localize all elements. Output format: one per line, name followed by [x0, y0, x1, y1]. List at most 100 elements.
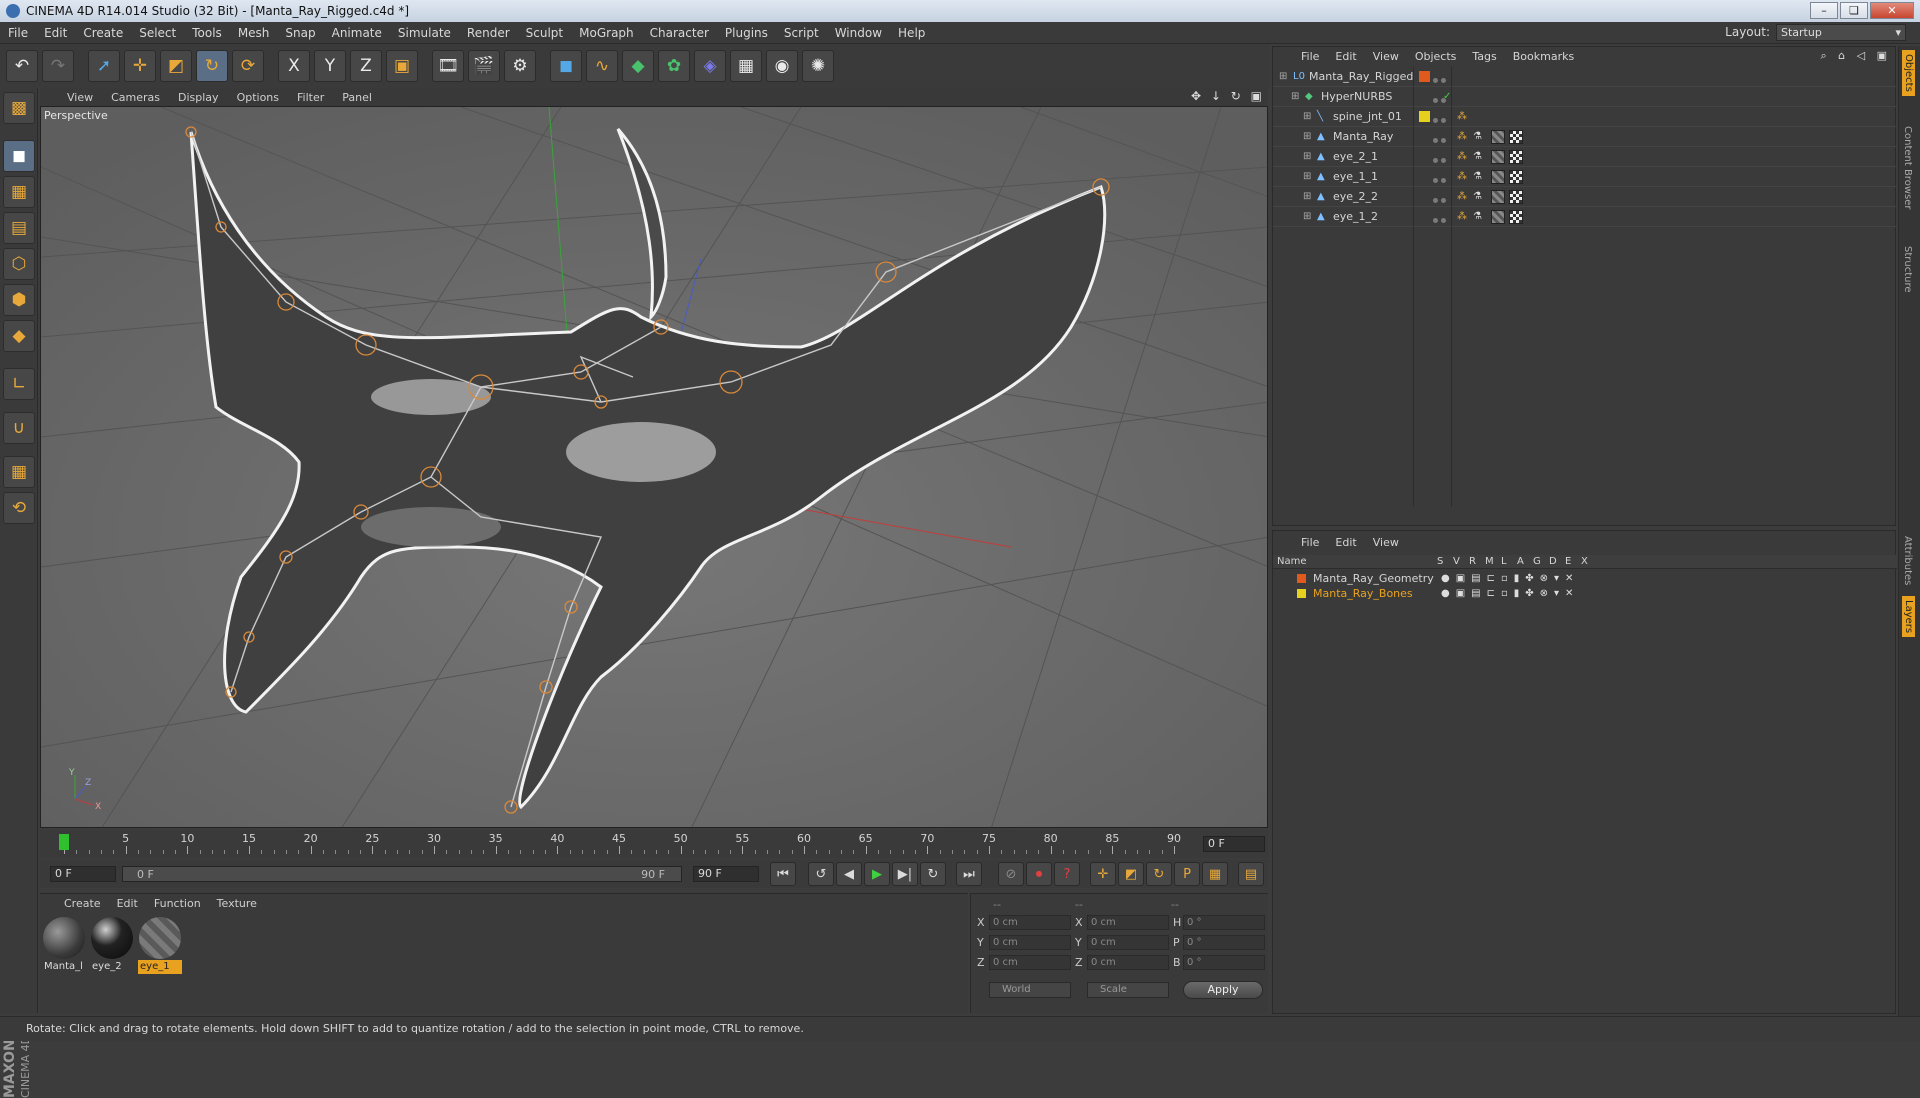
object-name[interactable]: eye_1_1 [1333, 170, 1378, 183]
previous-frame-icon[interactable]: ◀ [836, 862, 862, 886]
rotate-icon[interactable]: ↻ [196, 50, 228, 82]
material-swatch[interactable]: Manta_l [42, 916, 86, 974]
layer-menu-edit[interactable]: Edit [1327, 536, 1364, 549]
rot-h-field[interactable]: 0 ° [1183, 915, 1265, 930]
array-icon[interactable]: ✿ [658, 50, 690, 82]
edges-mode-icon[interactable]: ⬢ [3, 284, 35, 316]
menu-snap[interactable]: Snap [277, 26, 323, 40]
uvw-tag-icon[interactable] [1509, 190, 1523, 204]
undo-icon[interactable]: ↶ [6, 50, 38, 82]
key-parameter-icon[interactable]: P [1174, 862, 1200, 886]
axis-mode-icon[interactable]: ∟ [3, 368, 35, 400]
uvw-tag-icon[interactable] [1509, 210, 1523, 224]
render-picture-viewer-icon[interactable]: 🎬 [468, 50, 500, 82]
coordinate-space-select[interactable]: World [989, 982, 1071, 998]
nurbs-icon[interactable]: ◆ [622, 50, 654, 82]
preview-range-slider[interactable]: 0 F 90 F [122, 866, 682, 882]
object-row[interactable]: ⊞ ╲ spine_jnt_01 ⁂ [1273, 107, 1897, 127]
layout-select[interactable]: Startup ▾ [1776, 24, 1906, 41]
workplane-icon[interactable]: ▤ [3, 212, 35, 244]
layer-menu-view[interactable]: View [1365, 536, 1407, 549]
object-name[interactable]: Manta_Ray [1333, 130, 1393, 143]
polygons-mode-icon[interactable]: ◆ [3, 320, 35, 352]
pos-y-field[interactable]: 0 cm [989, 935, 1071, 950]
viewport-menu-panel[interactable]: Panel [333, 91, 381, 104]
perspective-viewport[interactable]: Y Z X Perspective [40, 106, 1268, 828]
next-frame-icon[interactable]: ▶| [892, 862, 918, 886]
menu-mesh[interactable]: Mesh [230, 26, 278, 40]
object-name[interactable]: eye_2_1 [1333, 150, 1378, 163]
tab-objects[interactable]: Objects [1902, 50, 1915, 96]
live-selection-icon[interactable]: ➚ [88, 50, 120, 82]
object-name[interactable]: Manta_Ray_Rigged [1309, 70, 1413, 83]
previous-key-icon[interactable]: ↺ [808, 862, 834, 886]
menu-select[interactable]: Select [131, 26, 184, 40]
model-mode-icon[interactable]: ◼ [3, 140, 35, 172]
menu-sculpt[interactable]: Sculpt [518, 26, 571, 40]
render-settings-icon[interactable]: ⚙ [504, 50, 536, 82]
layer-menu-file[interactable]: File [1293, 536, 1327, 549]
expand-toggle-icon[interactable]: ⊞ [1303, 211, 1314, 222]
next-key-icon[interactable]: ↻ [920, 862, 946, 886]
frame-ruler[interactable]: 051015202530354045505560657075808590 [54, 830, 1189, 856]
record-active-objects-icon[interactable]: ⊘ [998, 862, 1024, 886]
skin-tag-icon[interactable]: ⚗ [1473, 191, 1484, 202]
key-scale-icon[interactable]: ◩ [1118, 862, 1144, 886]
viewport-menu-options[interactable]: Options [228, 91, 288, 104]
menu-window[interactable]: Window [827, 26, 890, 40]
visibility-dots-icon[interactable] [1433, 153, 1457, 163]
minimize-button[interactable]: – [1810, 2, 1838, 19]
object-name[interactable]: eye_1_2 [1333, 210, 1378, 223]
object-menu-bookmarks[interactable]: Bookmarks [1505, 50, 1582, 63]
menu-simulate[interactable]: Simulate [390, 26, 459, 40]
spline-icon[interactable]: ∿ [586, 50, 618, 82]
rot-b-field[interactable]: 0 ° [1183, 955, 1265, 970]
restore-button[interactable]: ❏ [1840, 2, 1868, 19]
coordinate-mode-select[interactable]: Scale [1087, 982, 1169, 998]
texture-tag-icon[interactable] [1491, 170, 1505, 184]
material-swatch[interactable]: eye_1 [138, 916, 182, 974]
menu-script[interactable]: Script [776, 26, 827, 40]
object-row[interactable]: ⊞ ▲ eye_2_2 ⁂ ⚗ [1273, 187, 1897, 207]
expand-toggle-icon[interactable]: ⊞ [1303, 111, 1314, 122]
material-menu-texture[interactable]: Texture [209, 897, 265, 910]
expand-toggle-icon[interactable]: ⊞ [1303, 151, 1314, 162]
object-row[interactable]: ⊞ ▲ Manta_Ray ⁂ ⚗ [1273, 127, 1897, 147]
skin-tag-icon[interactable]: ⚗ [1473, 151, 1484, 162]
recent-tool-icon[interactable]: ⟳ [232, 50, 264, 82]
tab-content-browser[interactable]: Content Browser [1902, 126, 1913, 209]
points-mode-icon[interactable]: ⬡ [3, 248, 35, 280]
expand-toggle-icon[interactable]: ⊞ [1303, 171, 1314, 182]
object-row[interactable]: ⊞ ◆ HyperNURBS ✓ [1273, 87, 1897, 107]
y-axis-icon[interactable]: Y [314, 50, 346, 82]
layer-toggle-icons[interactable]: ●▣▤⊏▫▮✤⊗▾✕ [1441, 573, 1579, 584]
weight-tag-icon[interactable]: ⁂ [1457, 111, 1468, 122]
object-row[interactable]: ⊞ L0 Manta_Ray_Rigged [1273, 67, 1897, 87]
uvw-tag-icon[interactable] [1509, 170, 1523, 184]
material-menu-edit[interactable]: Edit [109, 897, 146, 910]
go-to-start-icon[interactable]: ⏮ [770, 862, 796, 886]
light-icon[interactable]: ✺ [802, 50, 834, 82]
menu-edit[interactable]: Edit [36, 26, 75, 40]
expand-toggle-icon[interactable]: ⊞ [1303, 131, 1314, 142]
expand-toggle-icon[interactable]: ⊞ [1291, 91, 1302, 102]
material-swatch[interactable]: eye_2 [90, 916, 134, 974]
weight-tag-icon[interactable]: ⁂ [1457, 191, 1468, 202]
make-editable-icon[interactable]: ▩ [3, 92, 35, 124]
render-view-icon[interactable]: 🎞 [432, 50, 464, 82]
object-row[interactable]: ⊞ ▲ eye_1_1 ⁂ ⚗ [1273, 167, 1897, 187]
size-z-field[interactable]: 0 cm [1087, 955, 1169, 970]
autokeying-icon[interactable]: ⏺ [1026, 862, 1052, 886]
timeline-window-icon[interactable]: ▤ [1238, 862, 1264, 886]
object-row[interactable]: ⊞ ▲ eye_2_1 ⁂ ⚗ [1273, 147, 1897, 167]
menu-plugins[interactable]: Plugins [717, 26, 776, 40]
viewport-menu-cameras[interactable]: Cameras [102, 91, 169, 104]
uvw-tag-icon[interactable] [1509, 150, 1523, 164]
material-menu-create[interactable]: Create [56, 897, 109, 910]
key-position-icon[interactable]: ✛ [1090, 862, 1116, 886]
visibility-dots-icon[interactable] [1433, 113, 1457, 123]
x-axis-icon[interactable]: X [278, 50, 310, 82]
floor-environment-icon[interactable]: ▦ [730, 50, 762, 82]
enabled-check-icon[interactable]: ✓ [1443, 91, 1454, 102]
timeline-ruler[interactable]: 051015202530354045505560657075808590 0 F [40, 830, 1268, 858]
